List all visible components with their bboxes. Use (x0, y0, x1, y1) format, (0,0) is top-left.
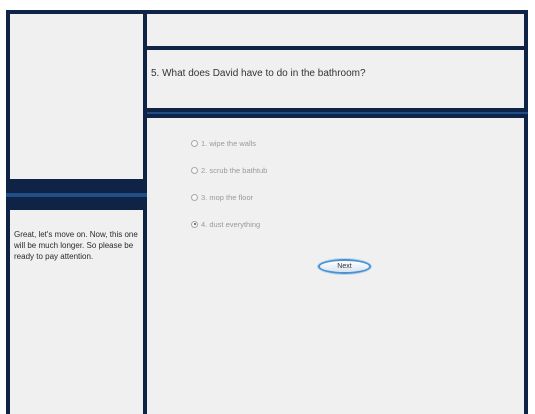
answer-option-2[interactable]: 2. scrub the bathtub (191, 164, 267, 176)
sidebar-divider (6, 180, 147, 210)
question-divider-stripe (147, 112, 528, 114)
question-panel: 5. What does David have to do in the bat… (147, 50, 524, 108)
answer-option-3-label: 3. mop the floor (201, 192, 254, 202)
answers-panel: 1. wipe the walls 2. scrub the bathtub 3… (147, 118, 524, 414)
radio-button-4[interactable] (191, 220, 198, 228)
answer-option-4-label: 4. dust everything (201, 219, 261, 229)
next-button-label: Next (337, 263, 352, 270)
sidebar-message-panel: Great, let's move on. Now, this one will… (10, 210, 143, 414)
next-button[interactable]: Next (318, 259, 371, 274)
question-divider (147, 108, 528, 118)
answer-option-4[interactable]: 4. dust everything (191, 218, 267, 230)
radio-button-2[interactable] (191, 166, 198, 174)
sidebar-message: Great, let's move on. Now, this one will… (14, 230, 138, 261)
header-panel (147, 14, 524, 46)
answer-option-1[interactable]: 1. wipe the walls (191, 137, 267, 149)
app-frame: Great, let's move on. Now, this one will… (6, 10, 528, 414)
answer-option-2-label: 2. scrub the bathtub (201, 165, 268, 175)
answer-option-3[interactable]: 3. mop the floor (191, 191, 267, 203)
question-text: 5. What does David have to do in the bat… (151, 68, 366, 79)
radio-button-3[interactable] (191, 193, 198, 201)
radio-button-1[interactable] (191, 139, 198, 147)
sidebar-top-panel (10, 14, 143, 179)
answer-option-1-label: 1. wipe the walls (201, 138, 257, 148)
sidebar-divider-stripe (6, 193, 147, 197)
answer-options: 1. wipe the walls 2. scrub the bathtub 3… (191, 137, 267, 245)
